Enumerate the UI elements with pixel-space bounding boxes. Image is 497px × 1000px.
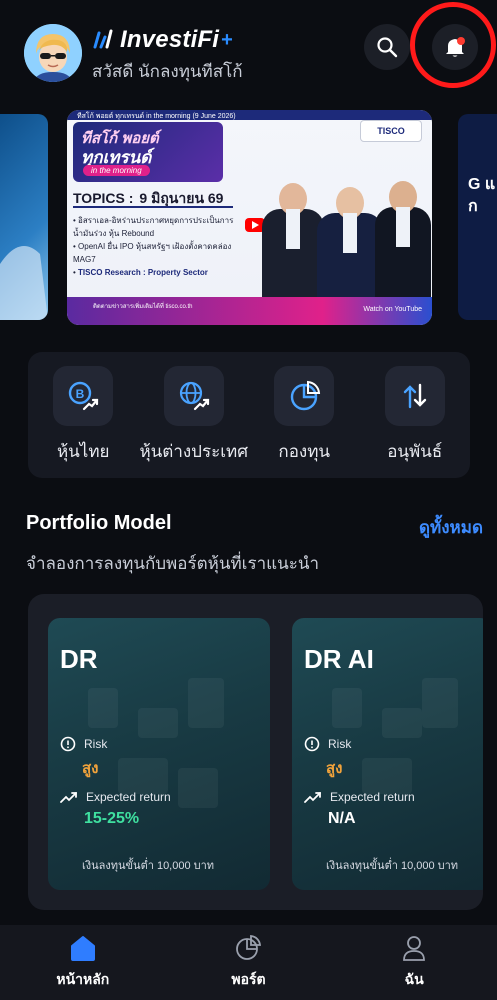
app-header: InvestiFi + สวัสดี นักลงทุนทีสโก้ [0,0,497,100]
nav-portfolio[interactable]: พอร์ต [188,925,308,1000]
info-icon [60,736,76,752]
bottom-nav: หน้าหลัก พอร์ต ฉัน [0,925,497,1000]
trend-up-icon [304,792,321,803]
expected-return-value: 15-25% [84,810,140,827]
expected-return-row: Expected return [304,790,415,804]
portfolio-name: DR [60,644,98,674]
presenter-1 [262,183,324,297]
portfolio-panel[interactable]: DR Risk สูง Expected return 15-25% เงินล… [28,594,483,910]
portfolio-name: DR AI [304,644,374,674]
portfolio-section-title: Portfolio Model [26,512,172,534]
presenter-2 [317,187,383,297]
risk-label: Risk [84,737,108,751]
portfolio-card-dr-ai[interactable]: DR AI Risk สูง Expected return N/A เงินล… [292,618,483,890]
fund-pie-icon [274,366,335,426]
menu-derivatives[interactable]: อนุพันธ์ [363,366,467,465]
banner-topics-date: 9 มิถุนายน 69 [139,190,224,206]
nav-home[interactable]: หน้าหลัก [23,925,143,1000]
nav-me[interactable]: ฉัน [354,925,474,1000]
banner-bullet: • อิสราเอล-อิหร่านประกาศหยุดการประเป็นกา… [73,216,234,238]
brand-mark-icon [93,29,113,49]
see-all-link[interactable]: ดูทั้งหมด [419,514,483,541]
brand-plus-icon: + [221,28,233,51]
banner-main[interactable]: ทีสโก้ พอยต์ ทุกเทรนด์ in the morning (9… [67,110,432,325]
menu-label: อนุพันธ์ [387,442,443,461]
risk-row: Risk [60,736,107,752]
nav-label: ฉัน [404,971,424,987]
expected-return-label: Expected return [330,790,415,804]
quick-menu: B หุ้นไทย หุ้นต่างประเทศ กองทุน อนุพันธ์ [28,352,470,478]
greeting-text: สวัสดี นักลงทุนทีสโก้ [92,62,243,81]
derivatives-icon [384,366,445,426]
menu-label: หุ้นต่างประเทศ [139,442,249,461]
banner-peek-left[interactable] [0,114,48,320]
menu-foreign-stock[interactable]: หุ้นต่างประเทศ [139,366,249,465]
risk-value: สูง [82,760,99,777]
avatar[interactable] [24,24,82,82]
highlight-ring [410,2,496,88]
banner-bullet: • TISCO Research : Property Sector [73,268,208,277]
portfolio-section-subtitle: จำลองการลงทุนกับพอร์ตหุ้นที่เราแนะนำ [26,554,320,573]
banner-footer: ติดตามข่าวสารเพิ่มเติมได้ที่ tisco.co.th… [67,297,432,325]
home-icon [68,933,98,963]
risk-value: สูง [326,760,343,777]
banner-carousel[interactable]: ทีสโก้ พอยต์ ทุกเทรนด์ in the morning (9… [0,110,497,325]
search-button[interactable] [364,24,410,70]
banner-bullets: • อิสราเอล-อิหร่านประกาศหยุดการประเป็นกา… [73,214,253,279]
minimum-investment: เงินลงทุนขั้นต่ำ 10,000 บาท [326,860,459,872]
banner-top-strip: ทีสโก้ พอยต์ ทุกเทรนด์ in the morning (9… [67,110,432,120]
expected-return-label: Expected return [86,790,171,804]
portfolio-pie-icon [233,933,263,963]
search-icon [377,37,398,58]
portfolio-card-dr[interactable]: DR Risk สูง Expected return 15-25% เงินล… [48,618,270,890]
banner-bullet: • OpenAI ยื่น IPO หุ้นสหรัฐฯ เฝ้องตั้งคา… [73,242,232,264]
brand-name: InvestiFi [120,26,220,53]
menu-fund[interactable]: กองทุน [252,366,356,465]
minimum-investment: เงินลงทุนขั้นต่ำ 10,000 บาท [82,860,215,872]
menu-label: กองทุน [278,442,331,461]
banner-peek-right[interactable]: G แ ก [458,114,497,320]
expected-return-row: Expected return [60,790,171,804]
trend-up-icon [60,792,77,803]
presenter-3 [375,181,431,297]
banner-tag: in the morning [83,165,150,176]
global-stock-icon [163,366,224,426]
risk-row: Risk [304,736,351,752]
info-icon [304,736,320,752]
tisco-logo: TISCO [360,120,422,142]
banner-peek-text: G แ ก [468,176,496,215]
menu-thai-stock[interactable]: B หุ้นไทย [31,366,135,465]
risk-label: Risk [328,737,352,751]
brand-logo: InvestiFi + [92,26,233,54]
menu-label: หุ้นไทย [56,442,110,461]
banner-watch-on: Watch on YouTube [363,306,422,313]
expected-return-value: N/A [328,810,356,827]
banner-top-text: ทีสโก้ พอยต์ ทุกเทรนด์ in the morning (9… [77,113,236,120]
nav-label: พอร์ต [231,971,266,987]
thai-stock-icon: B [53,366,114,426]
banner-divider [73,206,233,208]
banner-footer-text: ติดตามข่าวสารเพิ่มเติมได้ที่ tisco.co.th [93,304,193,310]
nav-label: หน้าหลัก [56,971,110,987]
user-icon [399,933,429,963]
svg-text:B: B [76,387,85,401]
banner-topics-label: TOPICS : [73,190,134,206]
